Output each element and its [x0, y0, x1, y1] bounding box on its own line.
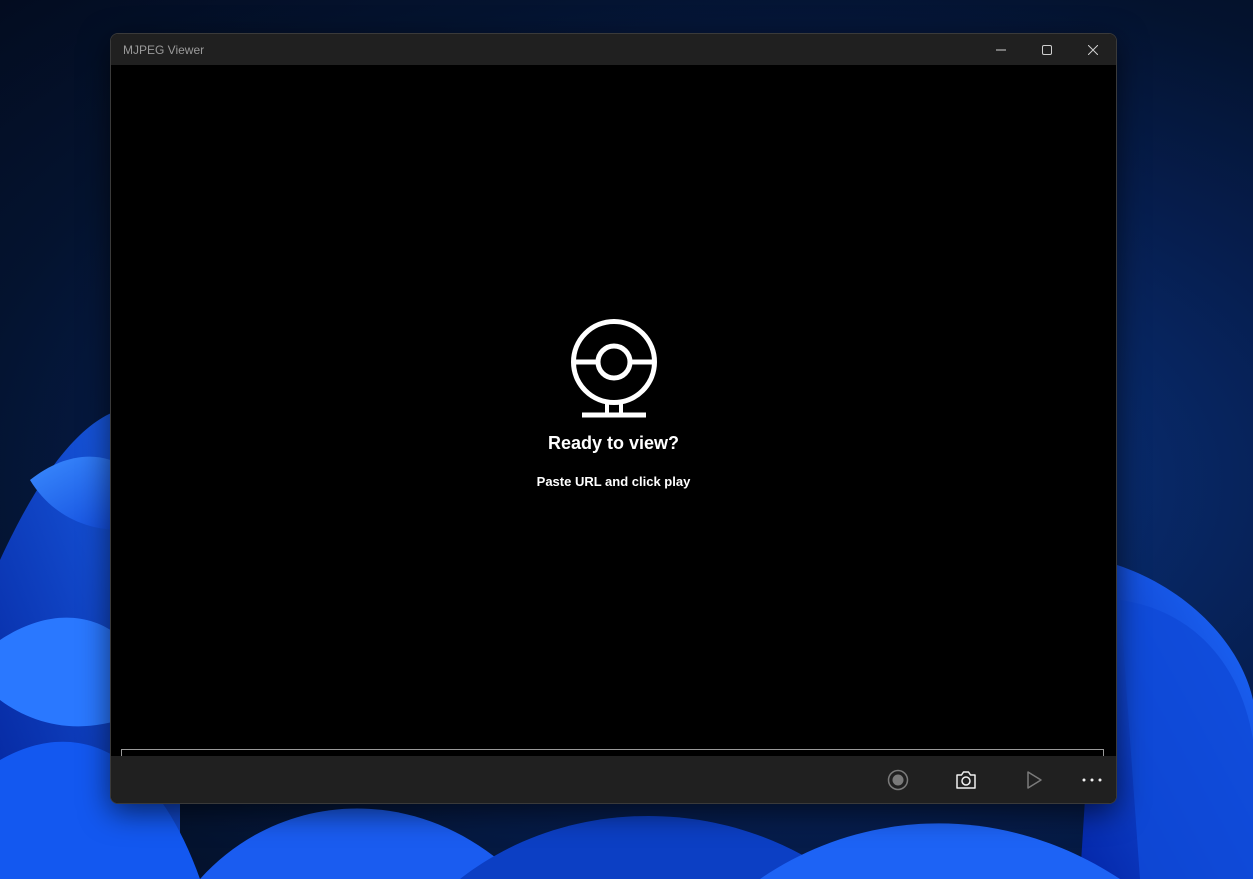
empty-state-heading: Ready to view?	[547, 433, 680, 453]
empty-state: Ready to view? Paste URL and click play	[111, 315, 1116, 489]
webcam-icon	[570, 319, 657, 418]
record-button[interactable]	[880, 764, 916, 796]
close-button[interactable]	[1070, 34, 1116, 65]
window-title: MJPEG Viewer	[123, 42, 205, 57]
title-bar[interactable]: MJPEG Viewer	[111, 34, 1116, 65]
maximize-button[interactable]	[1024, 34, 1070, 65]
camera-icon	[956, 771, 976, 789]
record-icon	[887, 769, 909, 791]
video-viewport: Ready to view? Paste URL and click play	[111, 65, 1116, 779]
app-window: MJPEG Viewer Ready to view? Paste URL an…	[110, 33, 1117, 804]
snapshot-button[interactable]	[948, 764, 984, 796]
play-button[interactable]	[1016, 764, 1052, 796]
more-icon	[1082, 778, 1102, 782]
empty-state-subheading: Paste URL and click play	[536, 474, 691, 489]
play-icon	[1027, 771, 1042, 789]
close-icon	[1088, 44, 1098, 55]
more-options-button[interactable]	[1074, 764, 1110, 796]
minimize-icon	[996, 49, 1006, 50]
minimize-button[interactable]	[978, 34, 1024, 65]
maximize-icon	[1042, 44, 1052, 55]
command-bar	[111, 756, 1116, 803]
